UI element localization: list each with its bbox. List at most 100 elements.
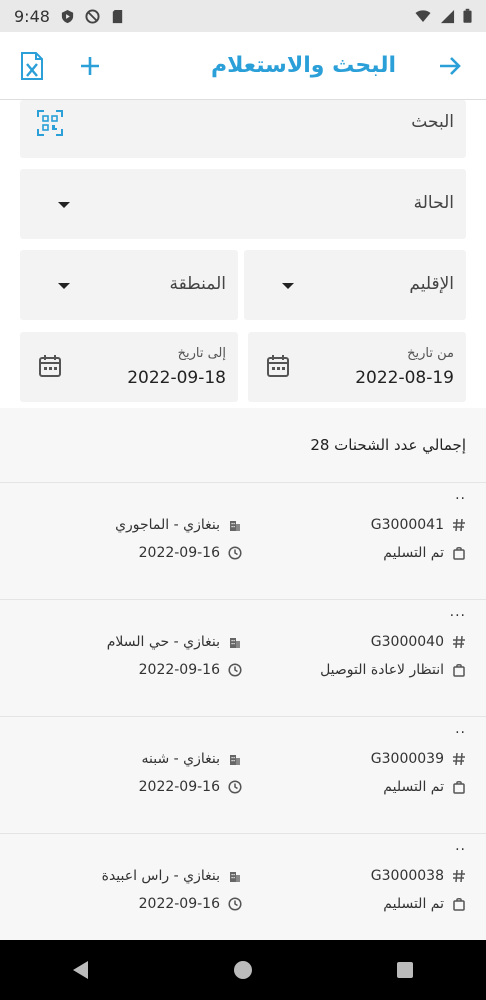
shipment-status: تم التسليم [383,779,444,795]
triangle-back-icon [73,961,88,979]
shipment-card[interactable]: .. G3000041 تم التسليم بنغازي - الماجوري… [0,482,486,595]
card-dots: .. [455,838,466,854]
shipment-status-row: تم التسليم [383,896,466,912]
from-date-field[interactable]: من تاريخ 2022-08-19 [248,332,466,402]
shipment-date: 2022-09-16 [138,545,220,561]
sd-card-icon [112,9,123,23]
to-date-field[interactable]: إلى تاريخ 2022-09-18 [20,332,238,402]
area-dropdown[interactable]: المنطقة [20,250,238,320]
shipment-status: انتظار لاعادة التوصيل [320,662,444,678]
square-recents-icon [397,962,413,978]
building-icon [230,872,240,882]
filter-panel: البحث الحالة الإقليم المنطقة من تاريخ 20… [0,100,486,408]
nav-recents-button[interactable] [385,950,425,990]
shipment-status-row: تم التسليم [383,779,466,795]
total-shipments: إجمالي عدد الشحنات 28 [310,436,466,454]
shipment-date: 2022-09-16 [138,896,220,912]
shipment-status-row: انتظار لاعادة التوصيل [320,662,466,678]
hash-icon [453,752,465,766]
shipment-date-row: 2022-09-16 [139,662,242,678]
shipment-code: G3000041 [370,517,444,533]
card-dots: .. [455,721,466,737]
card-dots: ... [449,604,466,620]
shipment-date-row: 2022-09-16 [139,896,242,912]
bag-icon [453,664,465,677]
status-bar: 9:48 [0,0,486,32]
card-dots: .. [455,487,466,503]
shipment-code-row: G3000038 [371,868,466,884]
shipment-code: G3000038 [370,868,444,884]
shipment-status-row: تم التسليم [383,545,466,561]
shipment-location: بنغازي - حي السلام [106,634,220,650]
app-bar: البحث والاستعلام [0,32,486,100]
clock-icon [228,780,242,794]
shipment-location: بنغازي - شبنه [141,751,221,767]
no-disturb-icon [85,8,100,24]
shipment-code-row: G3000041 [371,517,466,533]
area-dropdown-label: المنطقة [169,274,226,294]
nav-back-button[interactable] [61,950,101,990]
shipment-status: تم التسليم [383,896,444,912]
from-date-label: من تاريخ [407,346,454,361]
shipment-card[interactable]: ... G3000040 انتظار لاعادة التوصيل بنغاز… [0,599,486,712]
hash-icon [453,869,465,883]
building-icon [230,755,240,765]
signal-icon [440,9,455,23]
circle-home-icon [234,961,252,979]
status-left: 9:48 [14,7,125,26]
region-dropdown[interactable]: الإقليم [244,250,466,320]
arrow-right-icon [440,57,461,75]
region-dropdown-label: الإقليم [409,274,454,294]
excel-export-icon [21,52,43,80]
page-title: البحث والاستعلام [210,53,396,78]
shipment-date-row: 2022-09-16 [139,779,242,795]
to-date-value: 2022-09-18 [127,368,226,388]
hash-icon [453,635,465,649]
search-placeholder: البحث [411,112,454,132]
from-date-value: 2022-08-19 [355,368,454,388]
wifi-icon [415,10,431,22]
back-button[interactable] [432,48,468,84]
add-button[interactable] [72,48,108,84]
shipment-date: 2022-09-16 [138,662,220,678]
shipment-location-row: بنغازي - حي السلام [107,634,242,650]
chevron-down-icon [282,283,294,289]
status-dropdown[interactable]: الحالة [20,169,466,239]
chevron-down-icon [58,283,70,289]
status-time: 9:48 [14,6,50,26]
shipment-code: G3000039 [370,751,444,767]
building-icon [230,638,240,648]
shipment-location-row: بنغازي - شبنه [142,751,243,767]
battery-icon [463,8,472,23]
shipment-card[interactable]: .. G3000039 تم التسليم بنغازي - شبنه 202… [0,716,486,829]
clock-icon [228,663,242,677]
plus-icon [81,57,99,75]
shipments-list[interactable]: إجمالي عدد الشحنات 28 .. G3000041 تم الت… [0,408,486,940]
clock-icon [228,546,242,560]
qr-scan-icon[interactable] [36,109,64,137]
chevron-down-icon [58,202,70,208]
building-icon [230,521,240,531]
shipment-card[interactable]: .. G3000038 تم التسليم بنغازي - راس اعبي… [0,833,486,940]
system-nav-bar [0,940,486,1000]
excel-export-button[interactable] [14,48,50,84]
to-date-label: إلى تاريخ [177,346,226,361]
bag-icon [453,547,465,560]
shipment-code: G3000040 [370,634,444,650]
shipment-location: بنغازي - الماجوري [115,517,220,533]
bag-icon [453,781,465,794]
shipment-status: تم التسليم [383,545,444,561]
shipment-date-row: 2022-09-16 [139,545,242,561]
status-right [414,8,472,24]
clock-icon [228,897,242,911]
calendar-icon[interactable] [38,354,62,378]
shipment-location-row: بنغازي - الماجوري [115,517,242,533]
shipment-code-row: G3000040 [371,634,466,650]
calendar-icon[interactable] [266,354,290,378]
shipment-code-row: G3000039 [371,751,466,767]
shipment-location: بنغازي - راس اعبيدة [101,868,220,884]
nav-home-button[interactable] [223,950,263,990]
shipment-location-row: بنغازي - راس اعبيدة [102,868,242,884]
status-dropdown-label: الحالة [413,193,454,213]
search-input[interactable]: البحث [20,100,466,158]
